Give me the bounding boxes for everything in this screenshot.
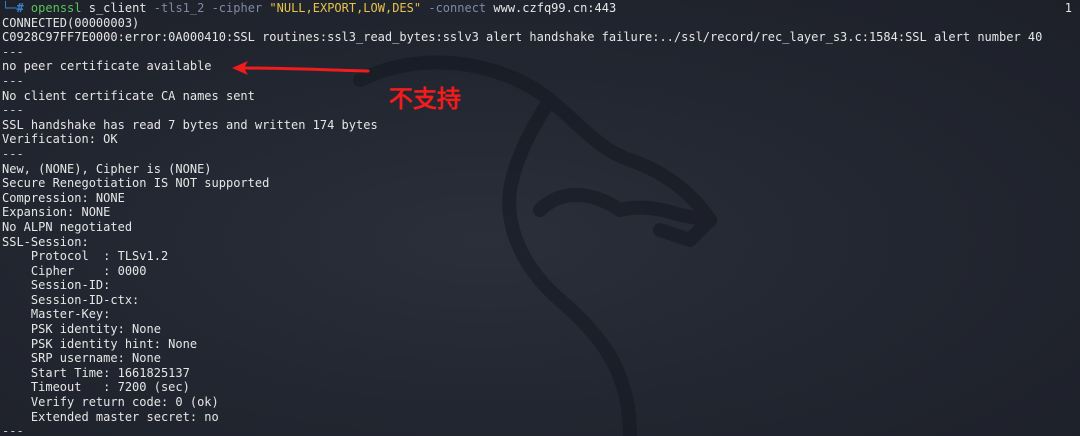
command-flag-connect: -connect <box>428 1 487 15</box>
output-new-cipher: New, (NONE), Cipher is (NONE) <box>2 161 212 176</box>
command-flag-tls: -tls1_2 <box>153 1 205 15</box>
output-handshake-read: SSL handshake has read 7 bytes and writt… <box>2 117 378 132</box>
output-protocol: Protocol : TLSv1.2 <box>2 249 169 264</box>
output-start-time: Start Time: 1661825137 <box>2 365 190 380</box>
separator: --- <box>2 103 24 118</box>
output-expansion: Expansion: NONE <box>2 205 111 220</box>
output-session-id-ctx: Session-ID-ctx: <box>2 292 140 307</box>
terminal-window[interactable]: └─# openssl s_client -tls1_2 -cipher "NU… <box>0 0 1080 436</box>
output-renegotiation: Secure Renegotiation IS NOT supported <box>2 176 270 191</box>
output-srp-username: SRP username: None <box>2 351 161 366</box>
annotation-not-supported: 不支持 <box>389 85 461 113</box>
output-session-id: Session-ID: <box>2 278 111 293</box>
command-host: www.czfq99.cn:443 <box>493 1 617 15</box>
output-verification: Verification: OK <box>2 132 118 147</box>
separator: --- <box>2 44 24 59</box>
output-connected: CONNECTED(00000003) <box>2 15 140 30</box>
output-compression: Compression: NONE <box>2 190 125 205</box>
command-subcommand: s_client <box>88 1 147 15</box>
output-psk-identity-hint: PSK identity hint: None <box>2 336 198 351</box>
command-line: └─# openssl s_client -tls1_2 -cipher "NU… <box>2 1 1080 16</box>
output-psk-identity: PSK identity: None <box>2 322 161 337</box>
output-alpn: No ALPN negotiated <box>2 219 133 234</box>
prompt-hash: # <box>16 1 24 15</box>
output-cipher: Cipher : 0000 <box>2 263 147 278</box>
line-number: 1 <box>1064 1 1072 15</box>
output-verify-return: Verify return code: 0 (ok) <box>2 395 219 410</box>
prompt-corner-icon: └─ <box>2 1 17 15</box>
output-master-key: Master-Key: <box>2 307 111 322</box>
separator: --- <box>2 73 24 88</box>
terminal-output: └─# openssl s_client -tls1_2 -cipher "NU… <box>2 1 1080 436</box>
separator: --- <box>2 146 24 161</box>
command-program: openssl <box>30 1 82 15</box>
command-cipher-value: "NULL,EXPORT,LOW,DES" <box>269 1 422 15</box>
output-no-peer-certificate: no peer certificate available <box>2 59 212 74</box>
output-no-client-ca: No client certificate CA names sent <box>2 88 255 103</box>
red-arrow-icon <box>232 61 370 75</box>
separator: --- <box>2 424 24 436</box>
output-extended-master-secret: Extended master secret: no <box>2 409 219 424</box>
output-error: C0928C97FF7E0000:error:0A000410:SSL rout… <box>2 30 1043 45</box>
output-timeout: Timeout : 7200 (sec) <box>2 380 190 395</box>
command-flag-cipher: -cipher <box>211 1 263 15</box>
output-ssl-session: SSL-Session: <box>2 234 89 249</box>
